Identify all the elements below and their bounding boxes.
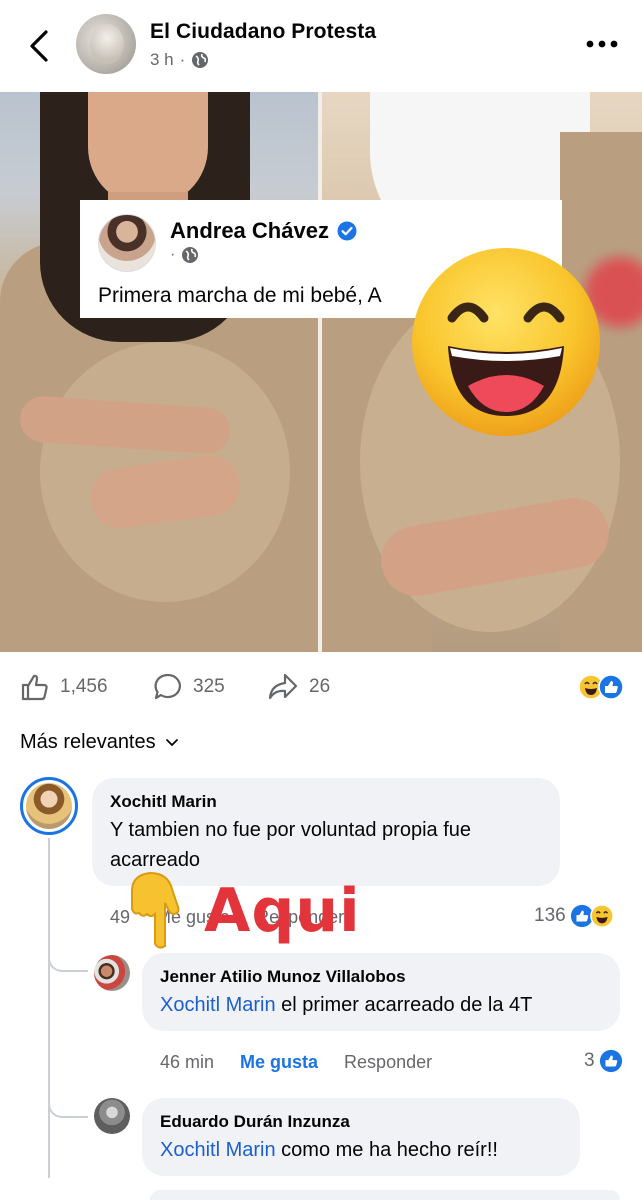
like-count: 1,456 bbox=[60, 676, 108, 697]
grinning-squinting-face-icon bbox=[412, 248, 600, 436]
comment-author-avatar[interactable] bbox=[20, 777, 78, 835]
comment-bubble-icon bbox=[154, 673, 181, 700]
thread-line bbox=[48, 838, 50, 1178]
comment-text: Y tambien no fue por voluntad propia fue… bbox=[110, 819, 471, 871]
thumbs-up-icon bbox=[21, 674, 48, 701]
comment-reactions[interactable]: 136 bbox=[534, 904, 614, 928]
share-arrow-icon bbox=[268, 673, 298, 700]
globe-icon bbox=[192, 52, 209, 68]
chevron-left-icon[interactable] bbox=[22, 26, 58, 66]
comment-actions: 46 min Me gusta Responder bbox=[160, 1052, 432, 1073]
like-stat[interactable]: 1,456 bbox=[20, 672, 108, 702]
comment-like-button[interactable]: Me gusta bbox=[240, 1052, 318, 1073]
chevron-down-icon bbox=[165, 738, 178, 746]
annotation-text: Aqui bbox=[204, 876, 361, 946]
comment-author-name[interactable]: Eduardo Durán Inzunza bbox=[160, 1112, 350, 1132]
photo-left bbox=[0, 92, 318, 652]
comment-reaction-count: 3 bbox=[584, 1050, 595, 1071]
post-header: El Ciudadano Protesta 3 h · bbox=[0, 0, 642, 92]
share-count: 26 bbox=[309, 676, 331, 697]
comment-author-avatar[interactable] bbox=[94, 955, 130, 991]
page-avatar[interactable] bbox=[76, 14, 136, 74]
laughing-reaction-icon bbox=[589, 904, 614, 928]
page-name[interactable]: El Ciudadano Protesta bbox=[150, 20, 376, 44]
comment-sort-dropdown[interactable]: Más relevantes bbox=[20, 731, 180, 754]
reaction-icons[interactable] bbox=[578, 674, 624, 700]
comment-time: 46 min bbox=[160, 1052, 215, 1072]
embedded-author-name: Andrea Chávez bbox=[170, 218, 329, 243]
comment-reactions[interactable]: 3 bbox=[584, 1049, 623, 1073]
more-horizontal-icon[interactable] bbox=[584, 32, 620, 56]
embedded-author-avatar bbox=[98, 214, 156, 272]
comment-text: el primer acarreado de la 4T bbox=[275, 994, 533, 1016]
globe-icon bbox=[182, 247, 199, 263]
post-stats-row: 1,456 325 26 bbox=[0, 662, 642, 716]
comment-stat[interactable]: 325 bbox=[153, 672, 225, 702]
like-reaction-icon bbox=[598, 674, 624, 700]
next-comment-stub bbox=[150, 1190, 620, 1200]
verified-badge-icon bbox=[337, 221, 357, 241]
comment-reaction-count: 136 bbox=[534, 905, 566, 926]
comment-text: como me ha hecho reír!! bbox=[275, 1139, 498, 1161]
comment-count: 325 bbox=[193, 676, 225, 697]
post-time: 3 h bbox=[150, 50, 174, 69]
comment-author-avatar[interactable] bbox=[94, 1098, 130, 1134]
comment-author-name[interactable]: Xochitl Marin bbox=[110, 792, 217, 812]
comment-reply-button[interactable]: Responder bbox=[344, 1052, 432, 1073]
share-stat[interactable]: 26 bbox=[267, 672, 330, 702]
comment-author-name[interactable]: Jenner Atilio Munoz Villalobos bbox=[160, 967, 406, 987]
sort-label: Más relevantes bbox=[20, 731, 156, 753]
mention-link[interactable]: Xochitl Marin bbox=[160, 994, 276, 1016]
mention-link[interactable]: Xochitl Marin bbox=[160, 1139, 276, 1161]
like-reaction-icon bbox=[599, 1049, 622, 1073]
post-meta: 3 h · bbox=[150, 50, 209, 70]
pointing-down-hand-icon bbox=[131, 872, 180, 949]
